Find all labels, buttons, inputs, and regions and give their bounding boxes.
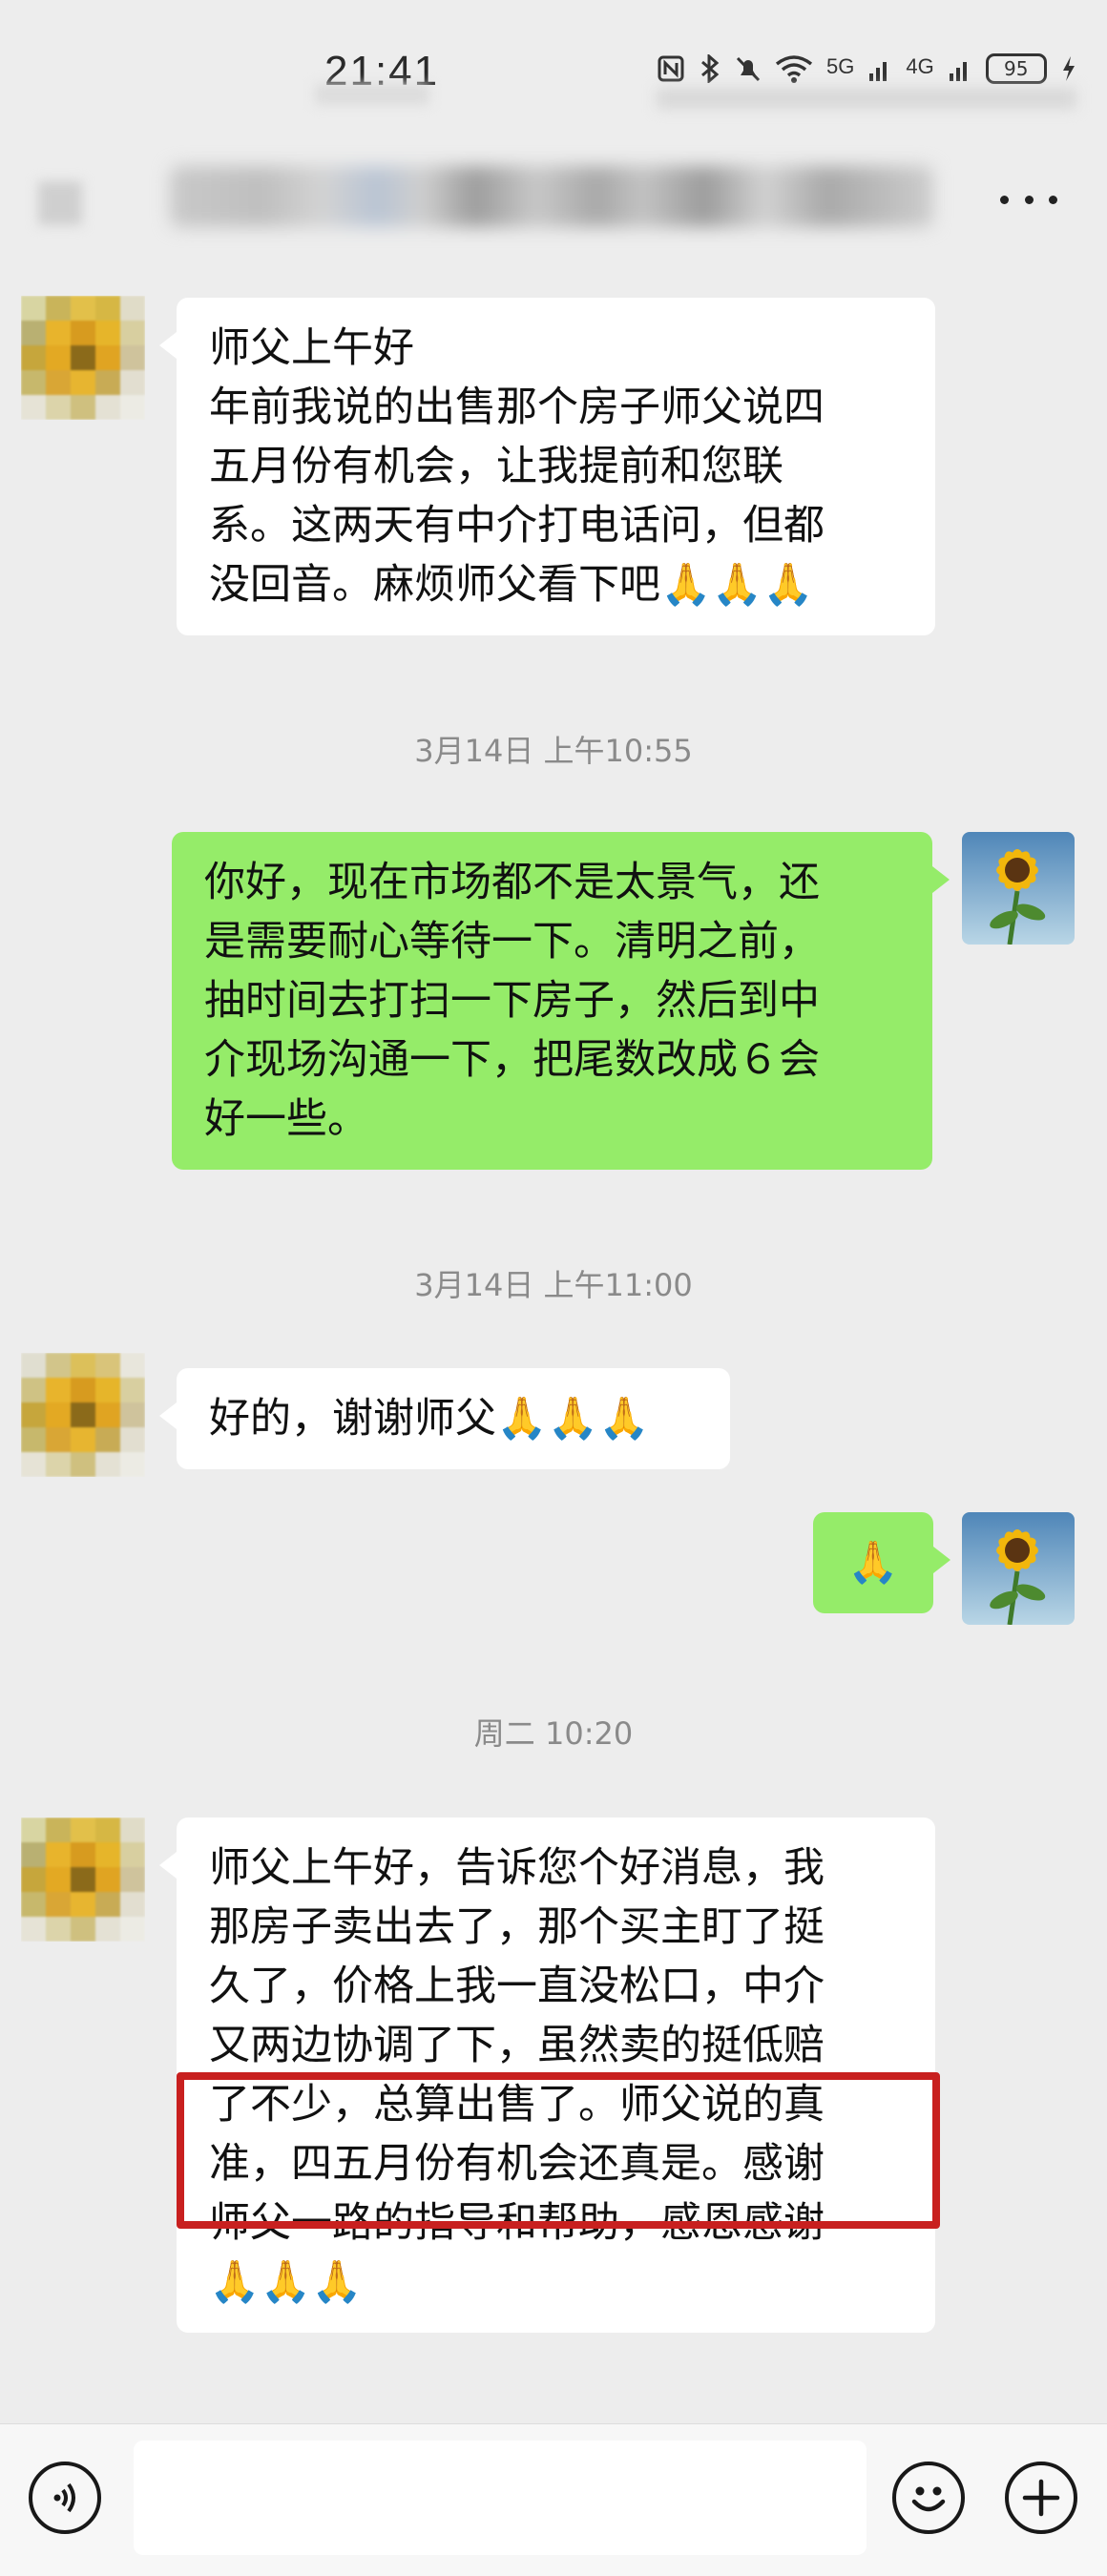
my-avatar[interactable] [962, 832, 1075, 945]
emoji-icon[interactable] [892, 2462, 965, 2534]
battery-indicator: 95 [985, 53, 1047, 84]
signal-bars-icon [869, 62, 888, 81]
message-line: 师父上午好，告诉您个好消息，我 [209, 1844, 825, 1892]
message-line: 没回音。麻烦师父看下吧🙏🙏🙏 [209, 561, 814, 609]
message-line: 🙏🙏🙏 [209, 2258, 363, 2306]
message-line: 好一些。 [204, 1095, 368, 1143]
timestamp: 3月14日 上午10:55 [414, 733, 693, 769]
message-line: 是需要耐心等待一下。清明之前， [204, 918, 820, 966]
message-line: 🙏 [847, 1539, 899, 1587]
message-line: 系。这两天有中介打电话问，但都 [209, 502, 825, 550]
message-line: 年前我说的出售那个房子师父说四 [209, 384, 825, 431]
message-bubble-incoming[interactable]: 好的，谢谢师父🙏🙏🙏 [159, 1368, 730, 1469]
time-blur [315, 84, 429, 105]
contact-avatar[interactable] [21, 296, 145, 420]
message-bubble-outgoing[interactable]: 你好，现在市场都不是太景气，还 是需要耐心等待一下。清明之前， 抽时间去打扫一下… [172, 832, 950, 1170]
message-line: 那房子卖出去了，那个买主盯了挺 [209, 1903, 825, 1951]
message-bubble-outgoing[interactable]: 🙏 [813, 1512, 950, 1613]
chat-title-blurred [170, 166, 933, 227]
more-dots-icon[interactable] [1000, 185, 1057, 214]
contact-avatar[interactable] [21, 1818, 145, 1942]
charging-icon [1062, 56, 1075, 81]
message-line: 师父上午好 [209, 324, 414, 372]
contact-avatar[interactable] [21, 1353, 145, 1477]
timestamp: 周二 10:20 [473, 1715, 634, 1752]
status-bar: 21:41 5G 4G 95 [0, 0, 1107, 143]
message-line: 你好，现在市场都不是太景气，还 [204, 859, 820, 906]
message-line: 好的，谢谢师父🙏🙏🙏 [209, 1395, 650, 1443]
message-bubble-incoming[interactable]: 师父上午好 年前我说的出售那个房子师父说四 五月份有机会，让我提前和您联 系。这… [159, 298, 935, 635]
sunflower-image [962, 832, 1075, 945]
nfc-icon [658, 55, 684, 82]
signal-4g-label: 4G [906, 54, 934, 78]
bluetooth-icon [701, 54, 720, 83]
highlight-annotation-box [177, 2072, 940, 2229]
status-blur [657, 88, 1076, 109]
my-avatar[interactable] [962, 1512, 1075, 1625]
back-button[interactable] [38, 181, 82, 225]
message-line: 五月份有机会，让我提前和您联 [209, 443, 783, 490]
message-line: 抽时间去打扫一下房子，然后到中 [204, 977, 820, 1025]
sunflower-image [962, 1512, 1075, 1625]
signal-bars-icon [949, 62, 967, 81]
mute-bell-icon [736, 56, 761, 82]
signal-5g-label: 5G [826, 54, 855, 78]
message-line: 又两边协调了下，虽然卖的挺低赔 [209, 2022, 825, 2069]
message-line: 久了，价格上我一直没松口，中介 [209, 1963, 825, 2010]
wifi-icon [775, 55, 813, 83]
message-input[interactable] [134, 2441, 867, 2555]
plus-icon[interactable] [1005, 2462, 1077, 2534]
timestamp: 3月14日 上午11:00 [414, 1267, 693, 1303]
message-line: 介现场沟通一下，把尾数改成６会 [204, 1036, 820, 1084]
status-icons: 5G 4G 95 [657, 53, 1077, 84]
voice-icon[interactable] [29, 2462, 101, 2534]
